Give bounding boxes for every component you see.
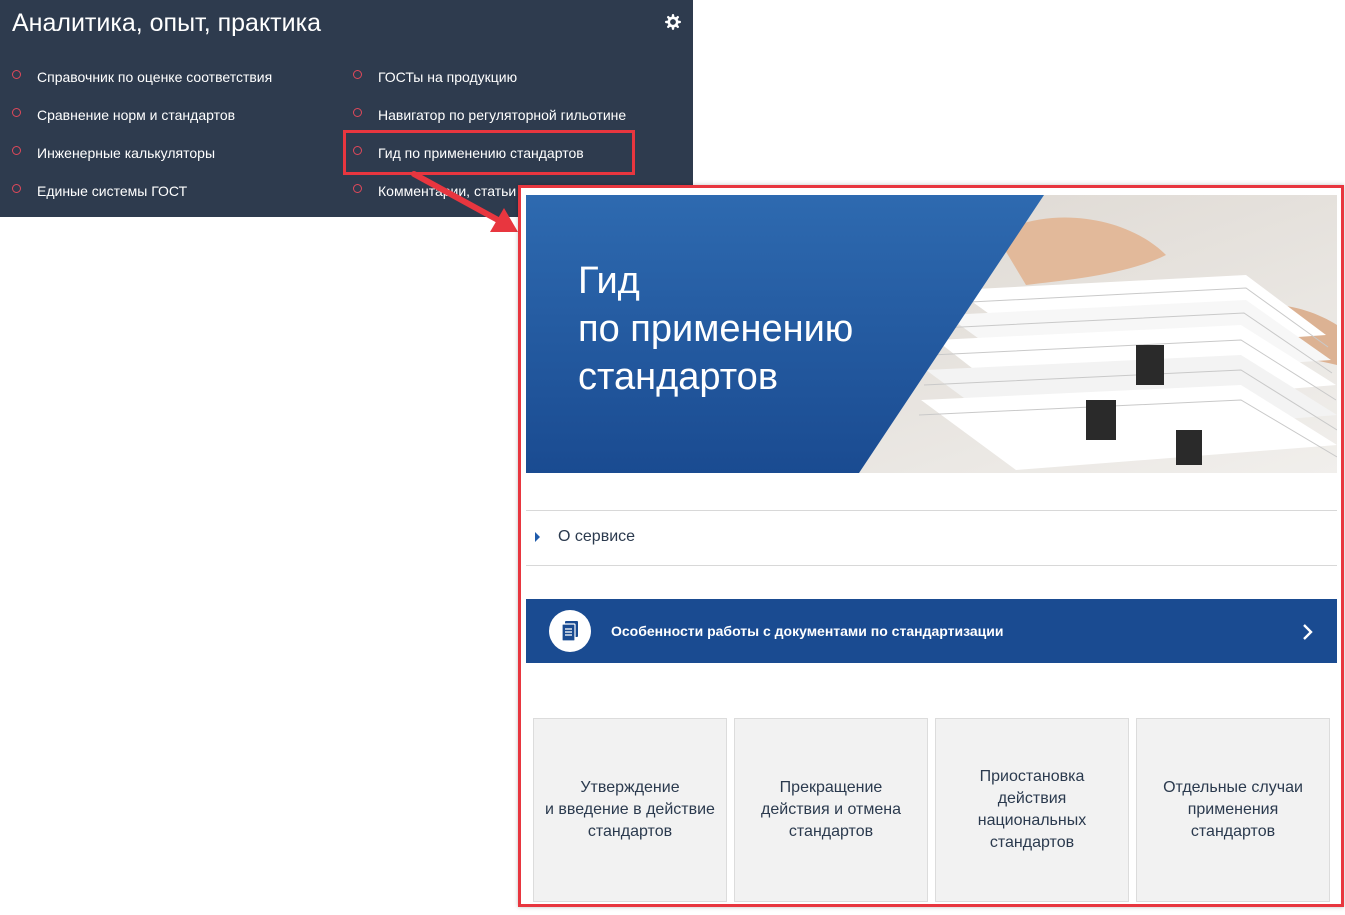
standards-guide-page: Гид по применению стандартов О сервисе О… [518, 185, 1344, 907]
card-special-cases[interactable]: Отдельные случаи применения стандартов [1136, 718, 1330, 902]
hero-banner: Гид по применению стандартов [526, 195, 1337, 473]
card-approval-introduction[interactable]: Утверждение и введение в действие станда… [533, 718, 727, 902]
bullet-icon [12, 146, 21, 155]
document-features-banner[interactable]: Особенности работы с документами по стан… [526, 599, 1337, 663]
bullet-icon [12, 108, 21, 117]
chevron-right-icon [1303, 624, 1313, 640]
bullet-icon [12, 184, 21, 193]
pointer-arrow-icon [411, 171, 518, 232]
card-suspension-national[interactable]: Приостановка действия национальных станд… [935, 718, 1129, 902]
divider [526, 565, 1337, 566]
caret-right-icon [535, 532, 540, 542]
page-title: Гид по применению стандартов [578, 260, 854, 398]
about-service-toggle[interactable]: О сервисе [526, 511, 1337, 565]
card-termination-cancellation[interactable]: Прекращение действия и отмена стандартов [734, 718, 928, 902]
document-icon [549, 610, 591, 652]
highlight-box [343, 130, 635, 175]
bullet-icon [353, 70, 362, 79]
bullet-icon [353, 184, 362, 193]
bullet-icon [353, 108, 362, 117]
bullet-icon [12, 70, 21, 79]
gear-icon[interactable] [665, 14, 681, 30]
menu-title: Аналитика, опыт, практика [12, 9, 321, 37]
